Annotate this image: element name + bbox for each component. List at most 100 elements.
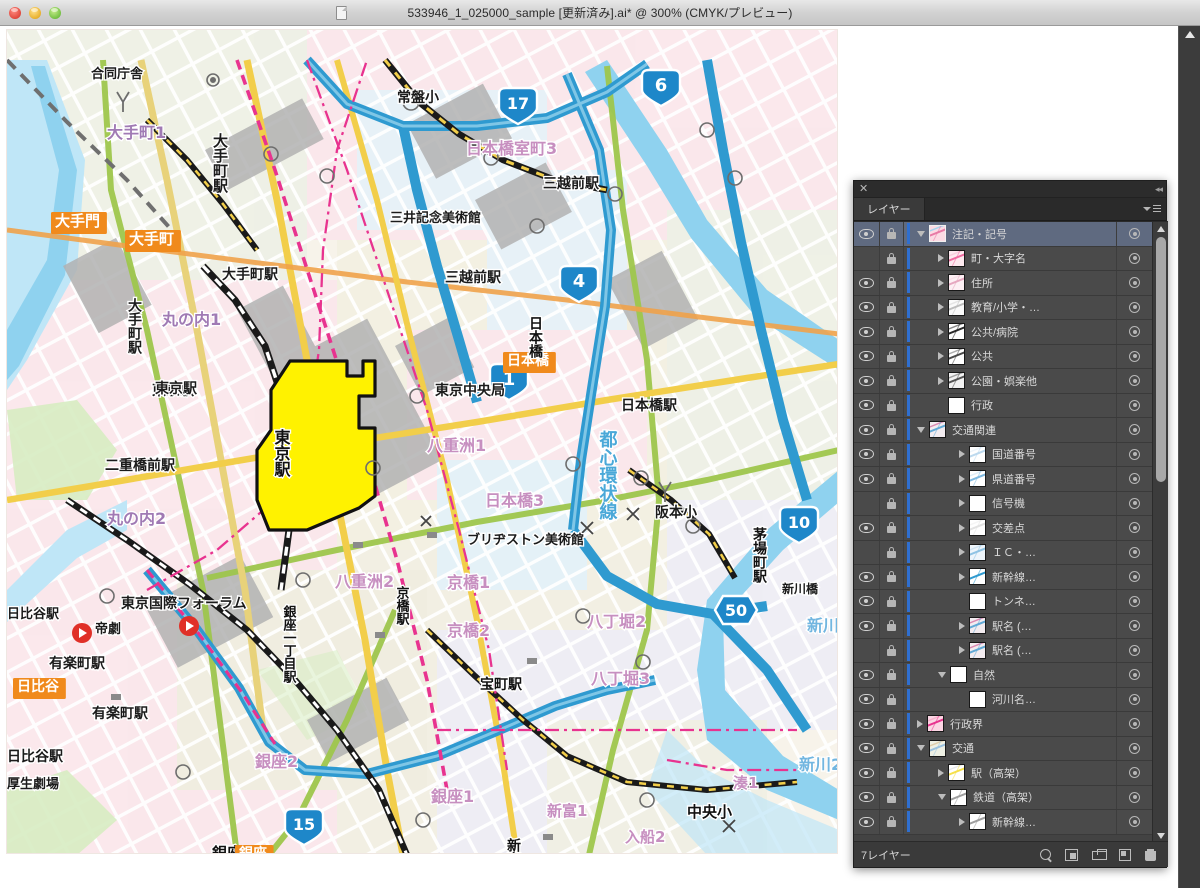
layer-row-body[interactable]: 注記・記号 xyxy=(913,222,1116,246)
layer-row-body[interactable]: 県道番号 xyxy=(913,467,1116,491)
chevron-down-icon[interactable] xyxy=(917,745,925,751)
layer-target-indicator[interactable] xyxy=(1116,663,1152,687)
layer-target-indicator[interactable] xyxy=(1116,712,1152,736)
layer-visibility-toggle[interactable] xyxy=(854,565,880,589)
layer-visibility-toggle[interactable] xyxy=(854,443,880,467)
layer-row-body[interactable]: 行政 xyxy=(913,394,1116,418)
scroll-up-arrow-icon[interactable] xyxy=(1157,226,1165,232)
layer-target-indicator[interactable] xyxy=(1116,345,1152,369)
chevron-right-icon[interactable] xyxy=(938,769,944,777)
layer-lock-toggle[interactable] xyxy=(880,810,904,834)
layer-row[interactable]: 住所 xyxy=(854,271,1152,296)
chevron-right-icon[interactable] xyxy=(959,499,965,507)
layer-visibility-toggle[interactable] xyxy=(854,222,880,246)
chevron-right-icon[interactable] xyxy=(959,818,965,826)
layer-visibility-toggle[interactable] xyxy=(854,590,880,614)
layer-visibility-toggle[interactable] xyxy=(854,516,880,540)
locate-object-icon[interactable] xyxy=(1040,849,1051,860)
layer-row-body[interactable]: 鉄道（高架） xyxy=(913,786,1116,810)
chevron-right-icon[interactable] xyxy=(959,475,965,483)
layer-lock-toggle[interactable] xyxy=(880,418,904,442)
layer-lock-toggle[interactable] xyxy=(880,222,904,246)
layer-visibility-toggle[interactable] xyxy=(854,761,880,785)
layer-target-indicator[interactable] xyxy=(1116,247,1152,271)
layer-visibility-toggle[interactable] xyxy=(854,467,880,491)
layer-target-indicator[interactable] xyxy=(1116,688,1152,712)
layer-visibility-toggle[interactable] xyxy=(854,394,880,418)
chevron-right-icon[interactable] xyxy=(959,450,965,458)
delete-layer-icon[interactable] xyxy=(1145,849,1156,861)
layer-row[interactable]: 行政 xyxy=(854,394,1152,419)
layer-visibility-toggle[interactable] xyxy=(854,688,880,712)
clipping-mask-icon[interactable] xyxy=(1065,849,1078,861)
layer-lock-toggle[interactable] xyxy=(880,467,904,491)
layer-row[interactable]: 新幹線… xyxy=(854,810,1152,835)
panel-tabbar[interactable]: レイヤー xyxy=(854,198,1166,221)
layer-visibility-toggle[interactable] xyxy=(854,271,880,295)
layer-visibility-toggle[interactable] xyxy=(854,369,880,393)
layer-target-indicator[interactable] xyxy=(1116,590,1152,614)
layer-visibility-toggle[interactable] xyxy=(854,712,880,736)
layer-lock-toggle[interactable] xyxy=(880,761,904,785)
layer-row-body[interactable]: 町・大字名 xyxy=(913,247,1116,271)
layer-row[interactable]: 行政界 xyxy=(854,712,1152,737)
layer-row-body[interactable]: 公共/病院 xyxy=(913,320,1116,344)
panel-close-icon[interactable]: ✕ xyxy=(859,182,868,196)
layer-lock-toggle[interactable] xyxy=(880,639,904,663)
layer-row[interactable]: 公園・娯楽他 xyxy=(854,369,1152,394)
layer-lock-toggle[interactable] xyxy=(880,271,904,295)
chevron-down-icon[interactable] xyxy=(917,231,925,237)
layer-row[interactable]: 河川名… xyxy=(854,688,1152,713)
layer-visibility-toggle[interactable] xyxy=(854,492,880,516)
scrollbar-thumb[interactable] xyxy=(1156,237,1166,482)
layer-target-indicator[interactable] xyxy=(1116,516,1152,540)
layer-row[interactable]: 鉄道（高架） xyxy=(854,786,1152,811)
layer-row-body[interactable]: 交差点 xyxy=(913,516,1116,540)
layer-row-body[interactable]: 公共 xyxy=(913,345,1116,369)
layer-lock-toggle[interactable] xyxy=(880,443,904,467)
layer-row-body[interactable]: 交通 xyxy=(913,737,1116,761)
scroll-down-arrow-icon[interactable] xyxy=(1157,833,1165,839)
chevron-right-icon[interactable] xyxy=(938,279,944,287)
layer-target-indicator[interactable] xyxy=(1116,467,1152,491)
layer-target-indicator[interactable] xyxy=(1116,369,1152,393)
layer-lock-toggle[interactable] xyxy=(880,541,904,565)
layer-visibility-toggle[interactable] xyxy=(854,639,880,663)
layer-target-indicator[interactable] xyxy=(1116,222,1152,246)
layer-row[interactable]: トンネ… xyxy=(854,590,1152,615)
layer-row-body[interactable]: 駅名 (… xyxy=(913,639,1116,663)
chevron-right-icon[interactable] xyxy=(959,646,965,654)
chevron-right-icon[interactable] xyxy=(959,524,965,532)
layer-row-body[interactable]: 河川名… xyxy=(913,688,1116,712)
layer-row[interactable]: 公共/病院 xyxy=(854,320,1152,345)
layer-row[interactable]: 公共 xyxy=(854,345,1152,370)
layer-row-body[interactable]: トンネ… xyxy=(913,590,1116,614)
layer-lock-toggle[interactable] xyxy=(880,492,904,516)
chevron-right-icon[interactable] xyxy=(917,720,923,728)
layer-lock-toggle[interactable] xyxy=(880,369,904,393)
layer-row-body[interactable]: 新幹線… xyxy=(913,565,1116,589)
layer-row[interactable]: ＩＣ・… xyxy=(854,541,1152,566)
layer-target-indicator[interactable] xyxy=(1116,565,1152,589)
layer-visibility-toggle[interactable] xyxy=(854,418,880,442)
layer-row[interactable]: 教育/小学・… xyxy=(854,296,1152,321)
layer-row[interactable]: 新幹線… xyxy=(854,565,1152,590)
layer-row-body[interactable]: 行政界 xyxy=(913,712,1116,736)
layer-list[interactable]: 注記・記号町・大字名住所教育/小学・…公共/病院公共公園・娯楽他行政交通関連国道… xyxy=(854,222,1152,835)
layer-target-indicator[interactable] xyxy=(1116,320,1152,344)
layer-lock-toggle[interactable] xyxy=(880,737,904,761)
layer-row[interactable]: 駅名 (… xyxy=(854,639,1152,664)
layer-row[interactable]: 交通 xyxy=(854,737,1152,762)
chevron-right-icon[interactable] xyxy=(938,328,944,336)
map-artwork[interactable]: 17411050156 合同庁舎大手町1大手町駅大手門大手町大手町駅丸の内1大手… xyxy=(6,29,838,854)
panel-menu-icon[interactable] xyxy=(1143,203,1161,215)
layer-lock-toggle[interactable] xyxy=(880,516,904,540)
layer-visibility-toggle[interactable] xyxy=(854,810,880,834)
layer-lock-toggle[interactable] xyxy=(880,614,904,638)
layer-row[interactable]: 県道番号 xyxy=(854,467,1152,492)
layer-lock-toggle[interactable] xyxy=(880,590,904,614)
layer-target-indicator[interactable] xyxy=(1116,492,1152,516)
layer-row[interactable]: 駅（高架） xyxy=(854,761,1152,786)
chevron-down-icon[interactable] xyxy=(938,794,946,800)
layer-row[interactable]: 国道番号 xyxy=(854,443,1152,468)
